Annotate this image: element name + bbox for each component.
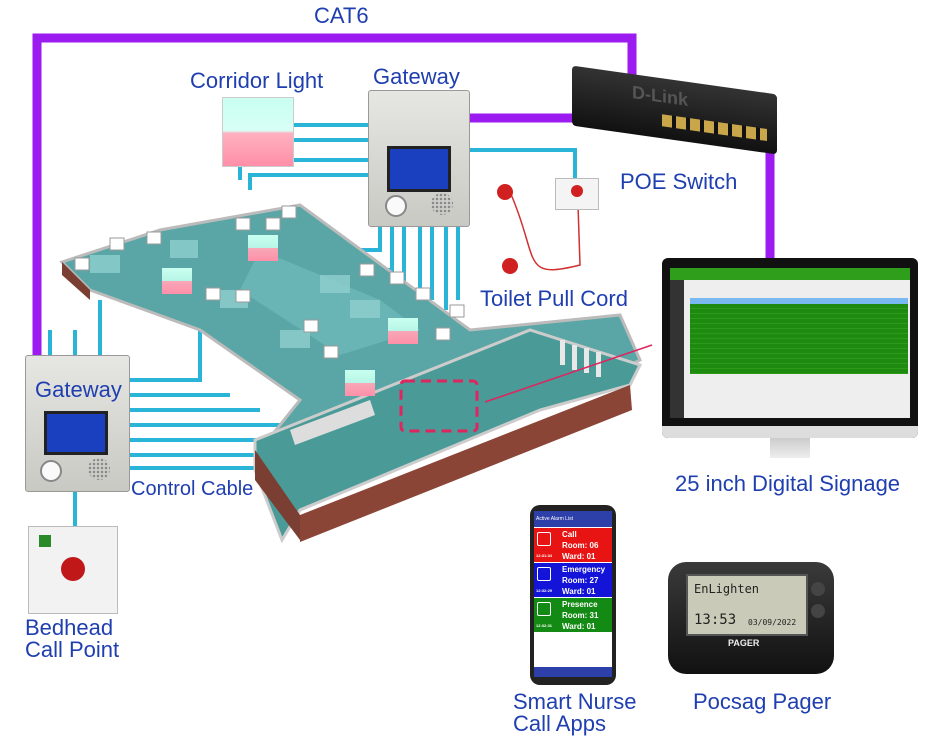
pager-button[interactable] [811,582,825,596]
signage-sidebar [670,280,684,418]
monitor-stand [770,438,810,458]
bedhead-call-point-device [28,526,118,614]
smartphone: Active Alarm List 12:31:34 Call Room: 06… [530,505,616,685]
signage-header [670,268,910,280]
pager-time: 13:53 [694,612,737,628]
toilet-pull-cord-unit [555,178,599,210]
alarm-type: Call [562,530,577,539]
cat6-label: CAT6 [314,3,369,28]
table-header [690,298,908,304]
alarm-time: 12:31:34 [536,553,553,558]
gateway-screen [44,411,108,455]
alarm-card-presence[interactable]: 12:32:31 Presence Room: 31 Ward: 01 [534,598,612,632]
toilet-pull-cord-label: Toilet Pull Cord [480,286,628,311]
app-header: Active Alarm List [534,511,612,527]
corridor-light-device [222,97,294,167]
alarm-time: 12:32:31 [536,623,553,628]
alarm-log-table [690,304,908,374]
bedhead-label-line2: Call Point [25,637,120,662]
speaker-icon [431,193,453,215]
pull-cord-ball [502,258,518,274]
signage-screen [670,268,910,418]
corridor-light-label: Corridor Light [190,68,324,93]
emergency-cross-icon [537,567,551,581]
gateway-screen [387,146,451,192]
gateway-left-label: Gateway [35,377,122,402]
gateway-top-device [368,90,470,227]
gateway-button [40,460,62,482]
alarm-button-icon [571,185,583,197]
gateway-left-device [25,355,130,492]
alarm-room: Room: 06 [562,541,599,550]
poe-switch-label: POE Switch [620,169,738,194]
bedhead-label-line1: Bedhead [25,615,114,640]
pager-button[interactable] [811,604,825,618]
alarm-type: Emergency [562,565,606,574]
apps-label-line2: Call Apps [513,711,606,736]
alarm-room: Room: 27 [562,576,599,585]
pager-brand: PAGER [728,638,760,648]
pull-cord-ball [497,184,513,200]
pager-date: 03/09/2022 [748,618,797,627]
alarm-ward: Ward: 01 [562,552,596,561]
pocsag-pager-device: EnLighten 13:53 03/09/2022 PAGER [668,562,834,674]
digital-signage-label: 25 inch Digital Signage [675,471,901,496]
switch-brand: D-Link [632,82,688,110]
pager-message: EnLighten [694,582,760,596]
gateway-button [385,195,407,217]
call-icon [537,532,551,546]
presence-icon [537,602,551,616]
alarm-room: Room: 31 [562,611,599,620]
phone-screen: Active Alarm List 12:31:34 Call Room: 06… [534,511,612,677]
alarm-type: Presence [562,600,598,609]
monitor-bezel [662,426,918,438]
apps-label-line1: Smart Nurse [513,689,637,714]
control-cable-label: Control Cable [131,478,254,500]
pager-label: Pocsag Pager [693,689,832,714]
alarm-card-call[interactable]: 12:31:34 Call Room: 06 Ward: 01 [534,528,612,562]
alarm-card-emergency[interactable]: 12:32:29 Emergency Room: 27 Ward: 01 [534,563,612,597]
digital-signage-monitor [662,258,918,438]
presence-icon [39,535,51,547]
call-button-icon [61,557,85,581]
alarm-ward: Ward: 01 [562,622,596,631]
pager-screen: EnLighten 13:53 03/09/2022 [686,574,808,636]
gateway-top-label: Gateway [373,64,460,89]
android-nav-bar [534,667,612,677]
speaker-icon [88,458,110,480]
alarm-time: 12:32:29 [536,588,553,593]
switch-ports [662,114,767,142]
alarm-ward: Ward: 01 [562,587,596,596]
